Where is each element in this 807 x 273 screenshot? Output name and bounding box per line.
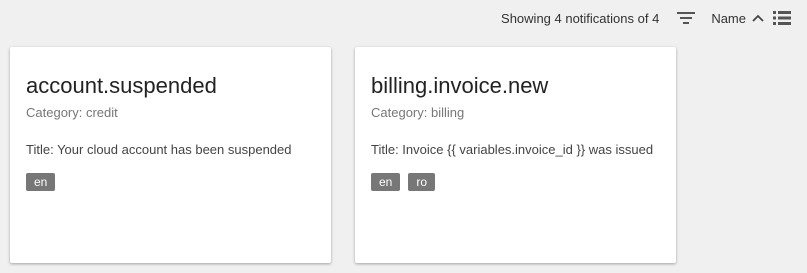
card-category: Category: credit: [26, 105, 118, 120]
notification-card-grid: account.suspended Category: credit Title…: [10, 47, 676, 263]
chevron-up-icon: [751, 11, 765, 25]
card-title: account.suspended: [26, 73, 217, 98]
language-badge: en: [26, 173, 56, 191]
sort-button[interactable]: Name: [711, 11, 765, 26]
card-category: Category: billing: [371, 105, 465, 120]
card-message: Title: Invoice {{ variables.invoice_id }…: [371, 142, 654, 157]
filter-list-icon: [677, 11, 696, 25]
card-message: Title: Your cloud account has been suspe…: [26, 142, 292, 157]
sort-label: Name: [711, 10, 746, 26]
language-badge: en: [371, 173, 401, 191]
toolbar: Showing 4 notifications of 4 Name: [0, 0, 807, 36]
notification-card[interactable]: billing.invoice.new Category: billing Ti…: [355, 47, 676, 263]
language-badges: en ro: [371, 173, 660, 191]
notification-count: Showing 4 notifications of 4: [501, 10, 660, 26]
language-badges: en: [26, 173, 315, 191]
list-view-icon: [773, 10, 791, 26]
filter-button[interactable]: [675, 7, 697, 29]
card-title: billing.invoice.new: [371, 73, 549, 98]
list-view-button[interactable]: [771, 7, 793, 29]
notification-card[interactable]: account.suspended Category: credit Title…: [10, 47, 331, 263]
language-badge: ro: [408, 173, 436, 191]
